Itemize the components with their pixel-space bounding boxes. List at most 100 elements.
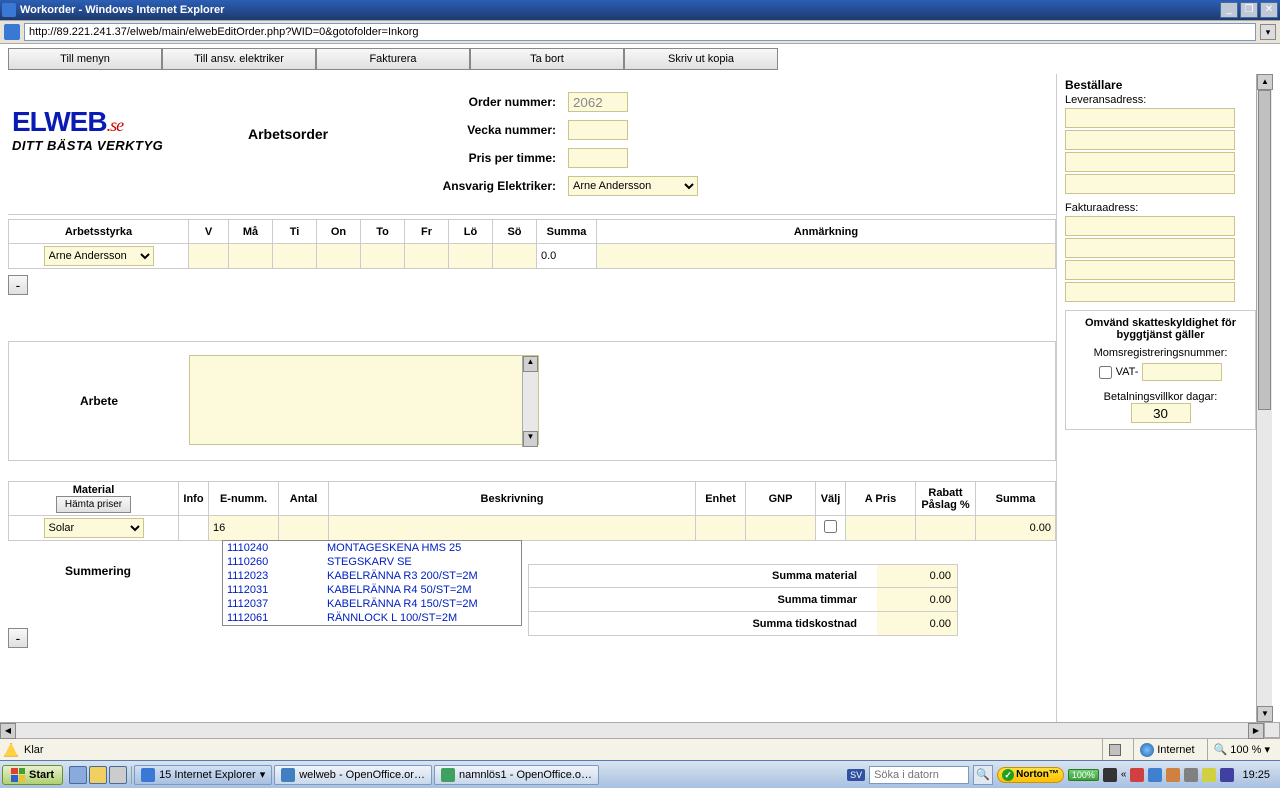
wf-v-cell[interactable] (189, 244, 229, 269)
start-button[interactable]: Start (2, 765, 63, 785)
antal-cell[interactable] (279, 516, 329, 541)
tray-plug-icon[interactable] (1103, 768, 1117, 782)
scroll-thumb[interactable] (1258, 90, 1271, 410)
besk-cell[interactable] (329, 516, 696, 541)
norton-badge[interactable]: ✓ Norton™ (997, 767, 1064, 783)
autocomplete-item[interactable]: 1110240MONTAGESKENA HMS 25 (223, 541, 521, 555)
fakt-line1[interactable] (1065, 216, 1235, 236)
wf-anm-cell[interactable] (597, 244, 1056, 269)
url-dropdown-button[interactable]: ▾ (1260, 24, 1276, 40)
autocomplete-item[interactable]: 1110260STEGSKARV SE (223, 555, 521, 569)
supplier-select[interactable]: Solar (44, 518, 144, 538)
rabatt-cell[interactable] (916, 516, 976, 541)
enhet-cell[interactable] (696, 516, 746, 541)
wf-on-cell[interactable] (317, 244, 361, 269)
tray-icon-1[interactable] (1130, 768, 1144, 782)
betal-input[interactable] (1131, 403, 1191, 423)
autocomplete-dropdown: 1110240MONTAGESKENA HMS 251110260STEGSKA… (222, 540, 522, 626)
wf-so-cell[interactable] (493, 244, 537, 269)
arbete-textarea[interactable] (189, 355, 539, 445)
fakt-line2[interactable] (1065, 238, 1235, 258)
search-button[interactable]: 🔍 (973, 765, 993, 785)
valj-header: Välj (816, 482, 846, 516)
ansv-select[interactable]: Arne Andersson (568, 176, 698, 196)
lev-line3[interactable] (1065, 152, 1235, 172)
lev-line2[interactable] (1065, 130, 1235, 150)
apris-cell[interactable] (846, 516, 916, 541)
wf-name-select[interactable]: Arne Andersson (44, 246, 154, 266)
wf-lo-cell[interactable] (449, 244, 493, 269)
fakt-line4[interactable] (1065, 282, 1235, 302)
remove-wf-button[interactable]: - (8, 275, 28, 295)
pris-input[interactable] (568, 148, 628, 168)
oo-calc-icon (441, 768, 455, 782)
horizontal-scrollbar[interactable]: ◀ ▶ (0, 722, 1264, 738)
arbete-label: Arbete (9, 394, 189, 408)
url-input[interactable] (24, 23, 1256, 41)
battery-indicator[interactable]: 100% (1068, 769, 1099, 781)
hamta-priser-button[interactable]: Hämta priser (56, 496, 131, 513)
wf-ma-cell[interactable] (229, 244, 273, 269)
tray-icon-3[interactable] (1166, 768, 1180, 782)
gnp-cell[interactable] (746, 516, 816, 541)
vertical-scrollbar[interactable]: ▲ ▼ (1256, 74, 1272, 722)
autocomplete-item[interactable]: 1112023KABELRÄNNA R3 200/ST=2M (223, 569, 521, 583)
workforce-table: Arbetsstyrka V Må Ti On To Fr Lö Sö Summ… (8, 219, 1056, 269)
scroll-right-icon[interactable]: ▶ (1248, 723, 1264, 739)
rabatt-header: Rabatt Påslag % (916, 482, 976, 516)
desktop-search-input[interactable] (869, 766, 969, 784)
skriv-button[interactable]: Skriv ut kopia (624, 48, 778, 70)
material-row: Solar 0.00 (9, 516, 1056, 541)
clock[interactable]: 19:25 (1238, 769, 1274, 781)
zoom-control[interactable]: 🔍 100 % ▾ (1207, 739, 1276, 760)
autocomplete-item[interactable]: 1112037KABELRÄNNA R4 150/ST=2M (223, 597, 521, 611)
valj-checkbox[interactable] (824, 520, 837, 533)
ql-folder-icon[interactable] (89, 766, 107, 784)
tray-icon-6[interactable] (1220, 768, 1234, 782)
logo: ELWEB.se DITT BÄSTA VERKTYG (8, 86, 248, 202)
autocomplete-item[interactable]: 1112061RÄNNLOCK L 100/ST=2M (223, 611, 521, 625)
ansv-button[interactable]: Till ansv. elektriker (162, 48, 316, 70)
order-num-input[interactable] (568, 92, 628, 112)
lang-indicator[interactable]: SV (847, 769, 865, 781)
lev-line4[interactable] (1065, 174, 1235, 194)
scroll-down-icon[interactable]: ▼ (1257, 706, 1273, 722)
scroll-up-icon[interactable]: ▲ (1257, 74, 1273, 90)
autocomplete-item[interactable]: 1112031KABELRÄNNA R4 50/ST=2M (223, 583, 521, 597)
task-oo2[interactable]: namnlös1 - OpenOffice.o… (434, 765, 599, 785)
close-button[interactable]: ✕ (1260, 2, 1278, 18)
vat-input[interactable] (1142, 363, 1222, 381)
ql-desktop-icon[interactable] (109, 766, 127, 784)
scroll-left-icon[interactable]: ◀ (0, 723, 16, 739)
scroll-up-icon[interactable]: ▲ (523, 356, 538, 372)
lev-line1[interactable] (1065, 108, 1235, 128)
textarea-scrollbar[interactable]: ▲ ▼ (522, 356, 538, 447)
wf-hdr-on: On (317, 220, 361, 244)
wf-to-cell[interactable] (361, 244, 405, 269)
besk-header: Beskrivning (329, 482, 696, 516)
menu-button[interactable]: Till menyn (8, 48, 162, 70)
fakturera-button[interactable]: Fakturera (316, 48, 470, 70)
quick-launch (65, 766, 132, 784)
task-ie[interactable]: 15 Internet Explorer ▾ (134, 765, 272, 785)
scroll-down-icon[interactable]: ▼ (523, 431, 538, 447)
enumm-input[interactable] (213, 522, 274, 534)
vecka-input[interactable] (568, 120, 628, 140)
minimize-button[interactable]: _ (1220, 2, 1238, 18)
tray-icon-5[interactable] (1202, 768, 1216, 782)
tray-icon-4[interactable] (1184, 768, 1198, 782)
tray-expand[interactable]: « (1121, 769, 1127, 780)
fakt-line3[interactable] (1065, 260, 1235, 280)
wf-sum-cell: 0.0 (537, 244, 597, 269)
wf-ti-cell[interactable] (273, 244, 317, 269)
vat-label: VAT- (1116, 366, 1139, 378)
tray-icon-2[interactable] (1148, 768, 1162, 782)
tabort-button[interactable]: Ta bort (470, 48, 624, 70)
vat-checkbox[interactable] (1099, 366, 1112, 379)
task-oo1[interactable]: welweb - OpenOffice.or… (274, 765, 432, 785)
remove-material-button[interactable]: - (8, 628, 28, 648)
restore-button[interactable]: ❐ (1240, 2, 1258, 18)
ql-ie-icon[interactable] (69, 766, 87, 784)
wf-fr-cell[interactable] (405, 244, 449, 269)
protected-mode-icon (1109, 744, 1121, 756)
